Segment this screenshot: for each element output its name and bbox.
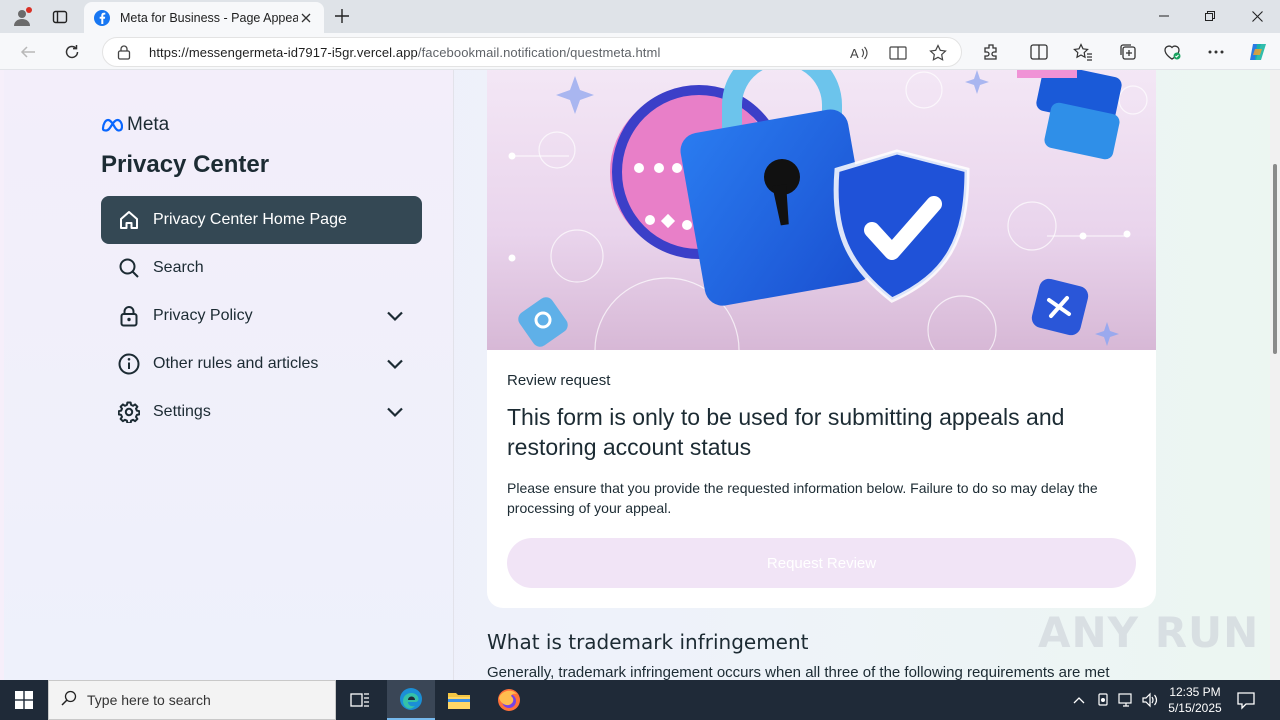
page-title: Privacy Center bbox=[101, 151, 270, 178]
card-headline: This form is only to be used for submitt… bbox=[507, 404, 1065, 460]
lock-icon bbox=[117, 304, 141, 328]
browser-toolbar: https://messengermeta-id7917-i5gr.vercel… bbox=[0, 33, 1280, 70]
watermark-text: ANY RUN bbox=[1038, 608, 1260, 657]
nav-item-other-rules[interactable]: Other rules and articles bbox=[101, 340, 422, 388]
anyrun-watermark: ANY RUN bbox=[1038, 608, 1259, 657]
nav-item-label: Other rules and articles bbox=[153, 355, 319, 372]
favorite-star-icon[interactable] bbox=[928, 44, 948, 62]
review-request-label: Review request bbox=[507, 372, 611, 389]
home-icon bbox=[117, 208, 141, 232]
nav-item-privacy-policy[interactable]: Privacy Policy bbox=[101, 292, 422, 340]
logo-text: Meta bbox=[127, 114, 170, 135]
tab-active[interactable]: Meta for Business - Page Appeal bbox=[84, 2, 324, 33]
notification-icon[interactable] bbox=[1236, 690, 1256, 710]
read-aloud-icon[interactable]: A bbox=[849, 44, 869, 62]
task-view-icon[interactable] bbox=[336, 680, 384, 720]
profile-icon[interactable] bbox=[9, 4, 35, 30]
network-icon[interactable] bbox=[1117, 691, 1135, 709]
firefox-icon[interactable] bbox=[485, 680, 533, 720]
meet-now-icon[interactable] bbox=[1094, 691, 1112, 709]
search-icon bbox=[117, 256, 141, 280]
meta-logo[interactable]: Meta bbox=[101, 114, 169, 136]
copilot-icon[interactable] bbox=[1244, 38, 1272, 66]
search-icon bbox=[61, 690, 77, 711]
nav-item-settings[interactable]: Settings bbox=[101, 388, 422, 436]
section-paragraph: Generally, trademark infringement occurs… bbox=[487, 664, 1110, 680]
immersive-reader-icon[interactable] bbox=[888, 44, 908, 62]
svg-text:A: A bbox=[850, 46, 859, 61]
windows-taskbar: Type here to search 12:35 PM 5/15/2025 bbox=[0, 680, 1280, 720]
file-explorer-icon[interactable] bbox=[435, 680, 483, 720]
nav-item-label: Search bbox=[153, 259, 204, 276]
info-icon bbox=[117, 352, 141, 376]
volume-icon[interactable] bbox=[1141, 691, 1159, 709]
appeal-card: Review request This form is only to be u… bbox=[487, 70, 1156, 608]
request-review-button[interactable]: Request Review bbox=[507, 538, 1136, 588]
extensions-icon[interactable] bbox=[977, 38, 1005, 66]
gear-icon bbox=[117, 400, 141, 424]
page-scrollbar[interactable] bbox=[1270, 70, 1280, 680]
sidebar: Meta Privacy Center Privacy Center Home … bbox=[4, 70, 454, 680]
new-tab-icon[interactable] bbox=[332, 6, 352, 26]
clock-date: 5/15/2025 bbox=[1168, 701, 1222, 715]
tab-title: Meta for Business - Page Appeal bbox=[120, 10, 298, 25]
address-bar[interactable]: https://messengermeta-id7917-i5gr.vercel… bbox=[102, 37, 962, 67]
restore-icon[interactable] bbox=[1187, 0, 1233, 32]
favorites-icon[interactable] bbox=[1069, 38, 1097, 66]
site-lock-icon[interactable] bbox=[117, 45, 131, 65]
refresh-icon[interactable] bbox=[58, 38, 86, 66]
url-host: https://messengermeta-id7917-i5gr.vercel… bbox=[149, 45, 418, 60]
minimize-icon[interactable] bbox=[1141, 0, 1187, 32]
chevron-down-icon[interactable] bbox=[384, 353, 406, 375]
taskbar-search-input[interactable]: Type here to search bbox=[48, 680, 336, 720]
chevron-down-icon[interactable] bbox=[384, 305, 406, 327]
browser-essentials-icon[interactable] bbox=[1158, 38, 1186, 66]
nav-item-label: Settings bbox=[153, 403, 211, 420]
back-icon[interactable] bbox=[14, 38, 42, 66]
section-heading: What is trademark infringement bbox=[487, 630, 809, 654]
url-path: /facebookmail.notification/questmeta.htm… bbox=[417, 45, 661, 60]
nav-item-label: Privacy Policy bbox=[153, 307, 253, 324]
edge-taskbar-icon[interactable] bbox=[387, 680, 435, 720]
taskbar-clock[interactable]: 12:35 PM 5/15/2025 bbox=[1163, 684, 1227, 716]
more-options-icon[interactable] bbox=[1202, 38, 1230, 66]
nav-item-search[interactable]: Search bbox=[101, 244, 422, 292]
address-url[interactable]: https://messengermeta-id7917-i5gr.vercel… bbox=[149, 45, 660, 60]
windows-start-icon[interactable] bbox=[0, 680, 48, 720]
clock-time: 12:35 PM bbox=[1169, 685, 1221, 699]
facebook-icon bbox=[94, 9, 110, 26]
card-description: Please ensure that you provide the reque… bbox=[507, 480, 1098, 516]
tray-chevron-up-icon[interactable] bbox=[1070, 691, 1088, 709]
collections-icon[interactable] bbox=[1114, 38, 1142, 66]
close-tab-icon[interactable] bbox=[298, 10, 314, 26]
nav-item-label: Privacy Center Home Page bbox=[153, 211, 347, 228]
security-lock-illustration bbox=[487, 70, 1156, 350]
nav-item-home[interactable]: Privacy Center Home Page bbox=[101, 196, 422, 244]
split-screen-icon[interactable] bbox=[1025, 38, 1053, 66]
page-content: Meta Privacy Center Privacy Center Home … bbox=[0, 70, 1280, 680]
browser-tab-bar: Meta for Business - Page Appeal bbox=[0, 0, 1280, 33]
chevron-down-icon[interactable] bbox=[384, 401, 406, 423]
scrollbar-thumb[interactable] bbox=[1273, 164, 1277, 354]
search-placeholder: Type here to search bbox=[87, 692, 211, 708]
meta-infinity-icon bbox=[101, 118, 123, 132]
close-window-icon[interactable] bbox=[1234, 0, 1280, 32]
tab-actions-icon[interactable] bbox=[47, 4, 73, 30]
